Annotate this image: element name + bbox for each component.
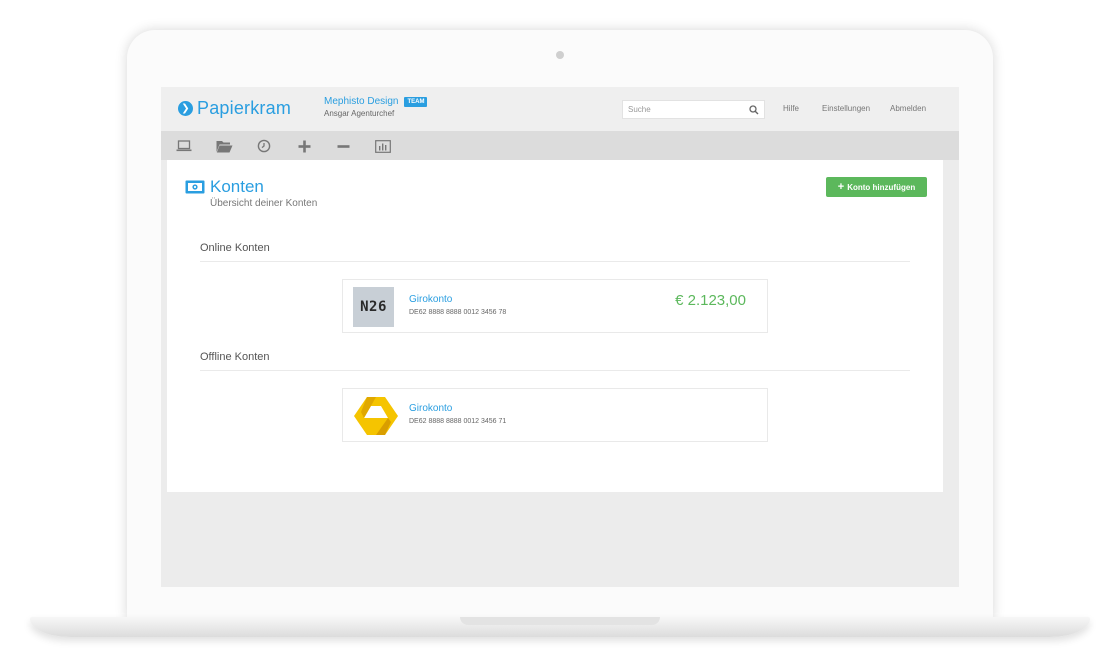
laptop-notch [460, 617, 660, 625]
account-name[interactable]: Girokonto [409, 403, 452, 414]
logout-link[interactable]: Abmelden [890, 104, 926, 113]
minus-icon[interactable] [333, 136, 353, 156]
settings-link[interactable]: Einstellungen [822, 104, 870, 113]
brand-name: Papierkram [197, 97, 292, 118]
user-name: Ansgar Agenturchef [324, 109, 395, 118]
section-heading-online: Online Konten [200, 242, 270, 254]
page-title: Konten [210, 177, 264, 196]
account-balance: € 2.123,00 [675, 292, 746, 309]
account-card-offline-giro[interactable]: Girokonto DE62 8888 8888 0012 3456 71 [342, 388, 768, 442]
search-box [622, 100, 765, 119]
section-divider [200, 261, 910, 262]
papierkram-logo-icon: ❯ [178, 100, 193, 116]
top-bar: ❯ Papierkram Mephisto Design TEAM Ansgar… [161, 87, 959, 131]
camera-dot [556, 51, 564, 59]
page-header: Konten Übersicht deiner Konten [185, 177, 317, 209]
account-card-online-giro[interactable]: N26 Girokonto DE62 8888 8888 0012 3456 7… [342, 279, 768, 333]
company-name[interactable]: Mephisto Design [324, 96, 398, 107]
commerzbank-logo-icon [353, 396, 398, 436]
account-iban: DE62 8888 8888 0012 3456 78 [409, 309, 507, 316]
search-input[interactable] [623, 105, 746, 114]
laptop-icon[interactable] [174, 136, 194, 156]
page-subtitle: Übersicht deiner Konten [210, 198, 318, 209]
plus-icon[interactable] [294, 136, 314, 156]
account-switcher[interactable]: Mephisto Design TEAM Ansgar Agenturchef [324, 96, 428, 118]
add-account-button[interactable]: + Konto hinzufügen [826, 177, 927, 197]
folder-icon[interactable] [214, 136, 234, 156]
help-link[interactable]: Hilfe [783, 104, 799, 113]
app-screen: ❯ Papierkram Mephisto Design TEAM Ansgar… [161, 87, 959, 587]
money-icon [185, 180, 205, 194]
team-badge: TEAM [404, 96, 428, 107]
main-toolbar [161, 131, 959, 160]
account-name[interactable]: Girokonto [409, 294, 452, 305]
account-iban: DE62 8888 8888 0012 3456 71 [409, 418, 507, 425]
section-heading-offline: Offline Konten [200, 351, 270, 363]
content-panel: Konten Übersicht deiner Konten + Konto h… [167, 160, 943, 492]
chart-icon[interactable] [373, 136, 393, 156]
add-account-label: Konto hinzufügen [847, 182, 916, 192]
clock-icon[interactable] [254, 136, 274, 156]
brand-logo[interactable]: ❯ Papierkram [178, 96, 291, 120]
search-icon[interactable] [746, 102, 762, 118]
n26-logo-icon: N26 [353, 287, 394, 327]
section-divider [200, 370, 910, 371]
plus-icon: + [837, 181, 845, 193]
